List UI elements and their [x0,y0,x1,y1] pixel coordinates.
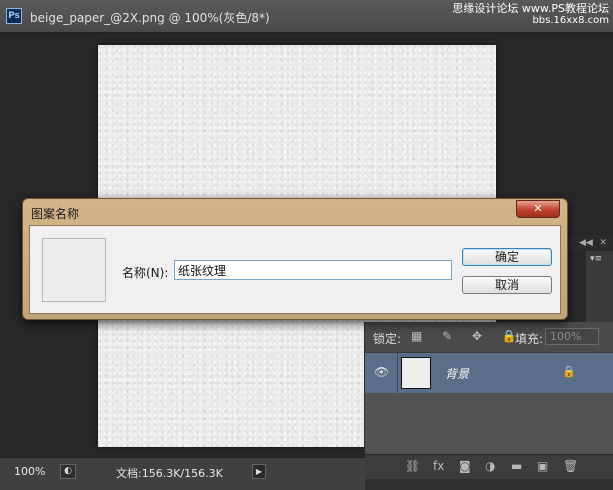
layer-actions-bar: ⛓ fx ◙ ◑ ▬ ▣ 🗑 [365,454,613,479]
visibility-eye-icon[interactable]: 👁 [374,365,389,379]
photoshop-logo-icon: Ps [6,8,22,24]
collapse-panel-icon[interactable]: ◀◀ [579,235,593,251]
lock-options-icon[interactable]: ▦ ✎ ✥ 🔒 [411,329,525,343]
watermark-line1: 思缘设计论坛 www.PS教程论坛 [452,2,609,15]
lock-row: 锁定: ▦ ✎ ✥ 🔒 填充: 100% [365,322,613,353]
add-mask-icon[interactable]: ◙ [459,459,471,473]
layer-lock-icon: 🔒 [562,365,576,378]
new-layer-icon[interactable]: ▣ [537,459,548,473]
adjustment-layer-icon[interactable]: ◑ [485,459,495,473]
layer-divider [397,353,398,393]
document-size: 文档:156.3K/156.3K [116,467,223,480]
close-button[interactable]: ✕ [516,200,560,218]
watermark: 思缘设计论坛 www.PS教程论坛 bbs.16xx8.com [452,3,609,27]
document-tab-title[interactable]: beige_paper_@2X.png @ 100%(灰色/8*) [30,9,270,26]
dialog-title: 图案名称 [31,207,80,221]
pattern-preview [42,238,106,302]
new-group-icon[interactable]: ▬ [511,459,522,473]
layers-panel: 锁定: ▦ ✎ ✥ 🔒 填充: 100% 👁 背景 🔒 ⛓ fx ◙ ◑ ▬ ▣… [364,322,613,479]
layer-name[interactable]: 背景 [445,365,469,382]
layer-thumbnail[interactable] [401,357,431,389]
close-panel-icon[interactable]: ✕ [599,235,607,251]
name-label: 名称(N): [122,266,169,280]
layer-row-background[interactable]: 👁 背景 🔒 [365,353,613,393]
layer-style-icon[interactable]: fx [433,459,444,473]
status-bar: 100% ◐ 文档:156.3K/156.3K ▶ [0,457,365,490]
dialog-body: 名称(N): 确定 取消 [29,225,561,314]
lock-label: 锁定: [373,332,402,346]
fill-label: 填充: [515,332,544,346]
ok-button[interactable]: 确定 [462,248,552,266]
status-menu-arrow-icon[interactable]: ▶ [252,464,266,479]
fill-input[interactable]: 100% [545,328,599,345]
panel-header: ◀◀ ✕ [565,235,613,251]
status-info-icon[interactable]: ◐ [60,464,76,479]
watermark-line2: bbs.16xx8.com [532,15,609,26]
panel-menu-icon[interactable]: ▾≡ [590,254,602,264]
zoom-level[interactable]: 100% [14,464,50,480]
document-tab-bar: Ps beige_paper_@2X.png @ 100%(灰色/8*) 思缘设… [0,0,613,33]
pattern-name-dialog: 图案名称 ✕ 名称(N): 确定 取消 [22,198,568,320]
cancel-button[interactable]: 取消 [462,276,552,294]
link-layers-icon[interactable]: ⛓ [405,459,420,473]
delete-layer-icon[interactable]: 🗑 [563,459,578,473]
pattern-name-input[interactable] [174,260,452,280]
